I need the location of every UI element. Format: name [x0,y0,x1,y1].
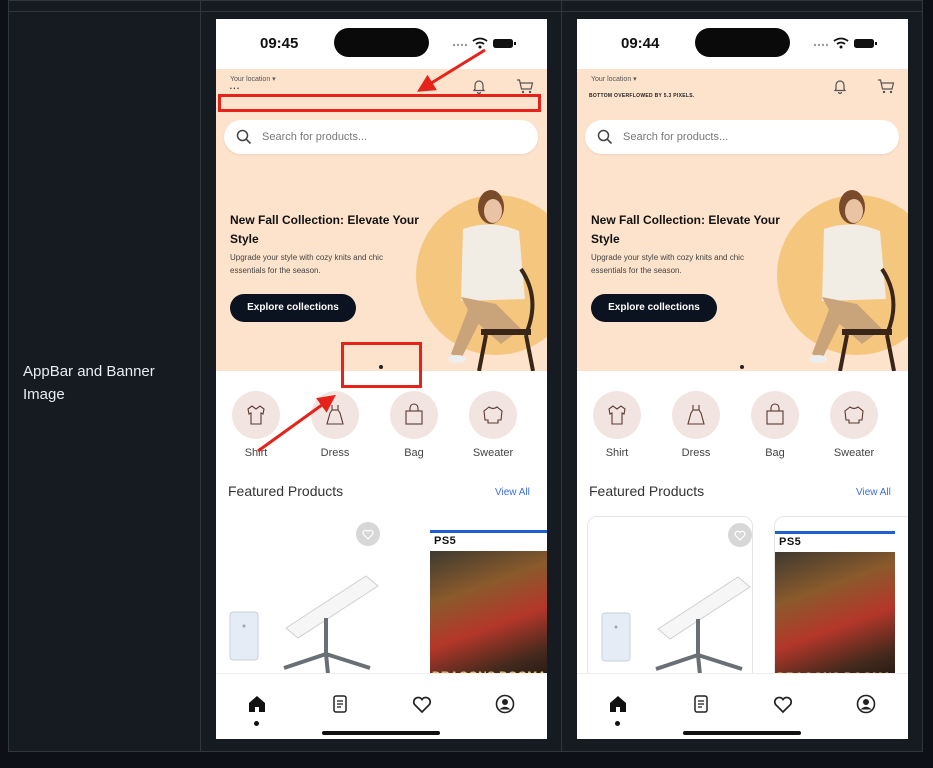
annotation-arrows [257,48,486,453]
arrow-to-indicator [257,394,336,453]
arrow-to-appbar [416,48,486,92]
